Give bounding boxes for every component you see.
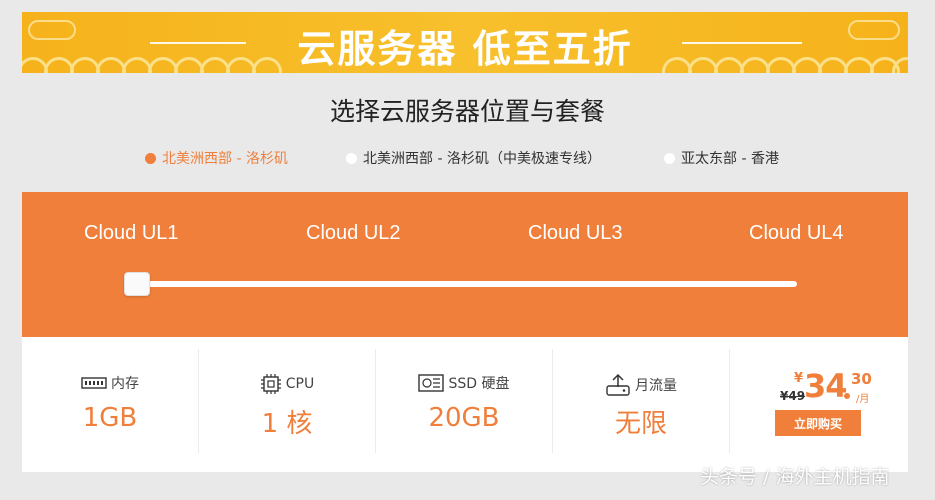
price-period: /月 [856,394,870,405]
memory-icon [81,377,107,389]
price-decimal: 30 [851,370,872,388]
region-label: 亚太东部 - 香港 [681,151,779,167]
radio-dot[interactable] [664,152,675,164]
spec-header: SSD 硬盘 [376,373,552,393]
price-column: ¥49 ¥ 34 30 /月 立即购买 [730,349,907,453]
plan-label-ul2[interactable]: Cloud UL2 [306,222,401,245]
radio-dot-selected[interactable] [145,152,156,164]
spec-label: 内存 [111,376,139,392]
ssd-icon [418,374,445,392]
region-selector: 北美洲西部 - 洛杉矶 北美洲西部 - 洛杉矶（中美极速专线） 亚太东部 - 香… [0,148,935,168]
banner-title: 云服务器 低至五折 [297,27,633,71]
price-integer: 34 [804,367,848,405]
plan-slider-track[interactable] [132,281,797,287]
radio-dot[interactable] [346,152,357,164]
spec-memory: 内存 1GB [22,349,199,453]
traffic-icon [606,373,630,396]
spec-cpu: CPU 1 核 [199,349,376,453]
region-option-la[interactable]: 北美洲西部 - 洛杉矶 [145,148,288,168]
price-decimal-point [844,393,850,399]
spec-traffic: 月流量 无限 [553,349,730,453]
spec-value: 1 核 [261,409,313,439]
watermark: 头条号 / 海外主机指南 [700,466,890,488]
currency-symbol: ¥ [794,371,804,386]
region-label: 北美洲西部 - 洛杉矶（中美极速专线） [363,151,601,167]
spec-ssd: SSD 硬盘 20GB [376,349,553,453]
spec-header: CPU [199,373,375,395]
original-price: ¥49 [780,389,806,403]
plan-label-ul1[interactable]: Cloud UL1 [84,222,179,245]
region-label: 北美洲西部 - 洛杉矶 [162,151,288,167]
spec-header: 月流量 [553,373,729,397]
plan-label-ul3[interactable]: Cloud UL3 [528,222,623,245]
plan-slider-handle[interactable] [124,272,150,296]
spec-panel: 内存 1GB CPU 1 核 SSD 硬盘 20GB 月流量 无限 ¥49 ¥ … [22,337,908,472]
spec-label: CPU [285,376,315,392]
page-title: 选择云服务器位置与套餐 [329,97,605,126]
spec-label: 月流量 [635,378,677,394]
price-display: ¥49 ¥ 34 30 /月 [730,367,907,407]
plan-label-ul4[interactable]: Cloud UL4 [749,222,844,245]
promo-banner[interactable]: 云服务器 低至五折 [22,12,908,73]
spec-value: 1GB [82,403,138,433]
buy-now-button[interactable]: 立即购买 [775,410,861,436]
region-option-hk[interactable]: 亚太东部 - 香港 [664,148,779,168]
spec-value: 20GB [428,403,500,433]
cpu-icon [260,374,281,394]
spec-value: 无限 [614,409,667,439]
plan-slider-panel: Cloud UL1 Cloud UL2 Cloud UL3 Cloud UL4 [22,192,908,337]
spec-header: 内存 [22,373,198,393]
region-option-la-cn2[interactable]: 北美洲西部 - 洛杉矶（中美极速专线） [346,148,601,168]
spec-label: SSD 硬盘 [448,376,510,392]
